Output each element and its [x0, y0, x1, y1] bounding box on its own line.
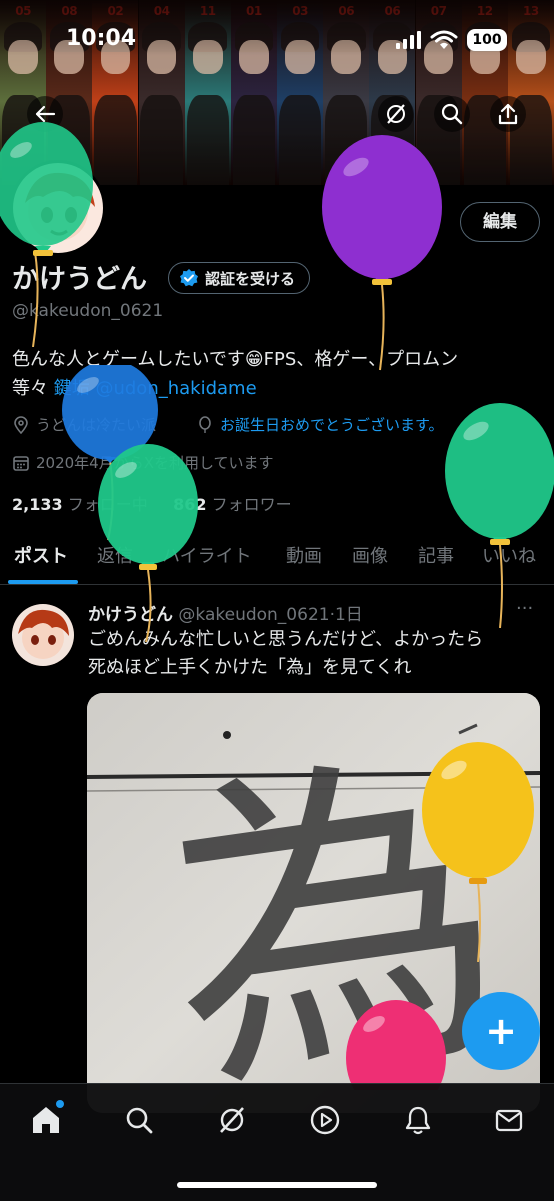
followers-label: フォロワー — [211, 495, 292, 514]
tab-likes[interactable]: いいね — [482, 542, 536, 568]
search-icon — [126, 1107, 153, 1134]
back-button[interactable] — [27, 96, 63, 132]
joined-text: 2020年4月からXを利用しています — [36, 454, 274, 472]
grok-icon — [387, 104, 405, 124]
bio-line-2: 等々 鍵垢 @udon_hakidame — [12, 374, 542, 403]
post-text: ごめんみんな忙しいと思うんだけど、よかったら 死ぬほど上手くかけた「為」を見てく… — [88, 626, 538, 682]
tab-posts[interactable]: ポスト — [14, 542, 68, 568]
post-time[interactable]: ·1日 — [330, 605, 363, 625]
cellular-signal-icon — [396, 31, 422, 49]
tab-replies[interactable]: 返信 — [97, 542, 133, 568]
home-unread-dot — [56, 1100, 64, 1108]
edit-profile-button[interactable]: 編集 — [460, 202, 540, 242]
location-pin-icon — [14, 415, 28, 434]
profile-avatar[interactable] — [10, 160, 106, 256]
active-tab-indicator — [8, 580, 78, 584]
nav-notifications[interactable] — [400, 1102, 436, 1138]
post-author-handle[interactable]: @kakeudon_0621 — [178, 605, 329, 625]
share-button[interactable] — [490, 96, 526, 132]
status-time: 10:04 — [66, 26, 137, 51]
bio-link-locked-account[interactable]: 鍵垢 — [54, 378, 90, 399]
followers-count: 862 — [173, 495, 207, 514]
messages-icon — [495, 1109, 523, 1132]
balloon-green-3 — [445, 403, 554, 628]
nav-messages[interactable] — [491, 1102, 527, 1138]
battery-indicator: 100 — [467, 29, 507, 51]
post-text-line-2: 死ぬほど上手くかけた「為」を見てくれ — [88, 657, 412, 678]
tab-images[interactable]: 画像 — [352, 542, 388, 568]
tab-videos[interactable]: 動画 — [286, 542, 322, 568]
get-verified-label: 認証を受ける — [205, 269, 296, 288]
search-button[interactable] — [434, 96, 470, 132]
get-verified-button[interactable]: 認証を受ける — [168, 262, 311, 294]
nav-grok[interactable] — [214, 1102, 250, 1138]
nav-video[interactable] — [307, 1102, 343, 1138]
balloon-icon — [199, 415, 211, 433]
follow-stats: 2,133 フォロー中 862 フォロワー — [12, 491, 292, 515]
nav-search[interactable] — [121, 1102, 157, 1138]
followers-link[interactable]: 862 フォロワー — [173, 495, 292, 514]
tab-articles[interactable]: 記事 — [418, 542, 454, 568]
post-author-name[interactable]: かけうどん — [88, 605, 173, 625]
share-icon — [498, 103, 518, 125]
search-icon — [441, 103, 463, 125]
bio-line-1: 色んな人とゲームしたいです😁FPS、格ゲー、プロムン — [12, 349, 459, 370]
post-header: かけうどん @kakeudon_0621·1日 — [88, 600, 363, 625]
location-text: うどんは冷たい派 — [36, 416, 157, 434]
notifications-icon — [405, 1106, 431, 1135]
profile-location: うどんは冷たい派 — [12, 414, 156, 435]
grok-icon — [220, 1107, 244, 1133]
profile-joined: 2020年4月からXを利用しています — [12, 452, 274, 473]
wifi-icon — [430, 30, 458, 50]
following-link[interactable]: 2,133 フォロー中 — [12, 495, 148, 514]
tab-highlights[interactable]: ハイライト — [162, 542, 252, 568]
verified-badge-icon — [180, 269, 198, 287]
post-image-character: 為 — [143, 714, 525, 1113]
following-label: フォロー中 — [67, 495, 148, 514]
nav-home[interactable] — [28, 1100, 64, 1138]
home-icon — [33, 1107, 59, 1133]
profile-bio: 色んな人とゲームしたいです😁FPS、格ゲー、プロムン 等々 鍵垢 @udon_h… — [12, 345, 542, 403]
profile-birthday: お誕生日おめでとうございます。 — [196, 414, 444, 435]
profile-handle: @kakeudon_0621 — [12, 301, 164, 321]
plus-icon: + — [485, 1009, 517, 1053]
grok-button[interactable] — [378, 96, 414, 132]
following-count: 2,133 — [12, 495, 63, 514]
display-name: かけうどん — [12, 264, 147, 295]
birthday-text[interactable]: お誕生日おめでとうございます。 — [220, 414, 444, 435]
profile-tabs: ポスト 返信 ハイライト 動画 画像 記事 いいね — [0, 530, 554, 585]
post-more-button[interactable]: ··· — [516, 598, 533, 619]
calendar-icon — [13, 455, 29, 471]
video-icon — [310, 1105, 340, 1135]
post-avatar[interactable] — [12, 604, 74, 666]
post-text-line-1: ごめんみんな忙しいと思うんだけど、よかったら — [88, 629, 484, 650]
back-arrow-icon — [35, 105, 56, 123]
bio-text: 等々 — [12, 378, 54, 399]
home-indicator — [177, 1182, 377, 1188]
compose-post-button[interactable]: + — [462, 992, 540, 1070]
bio-link-mention[interactable]: @udon_hakidame — [95, 378, 256, 399]
